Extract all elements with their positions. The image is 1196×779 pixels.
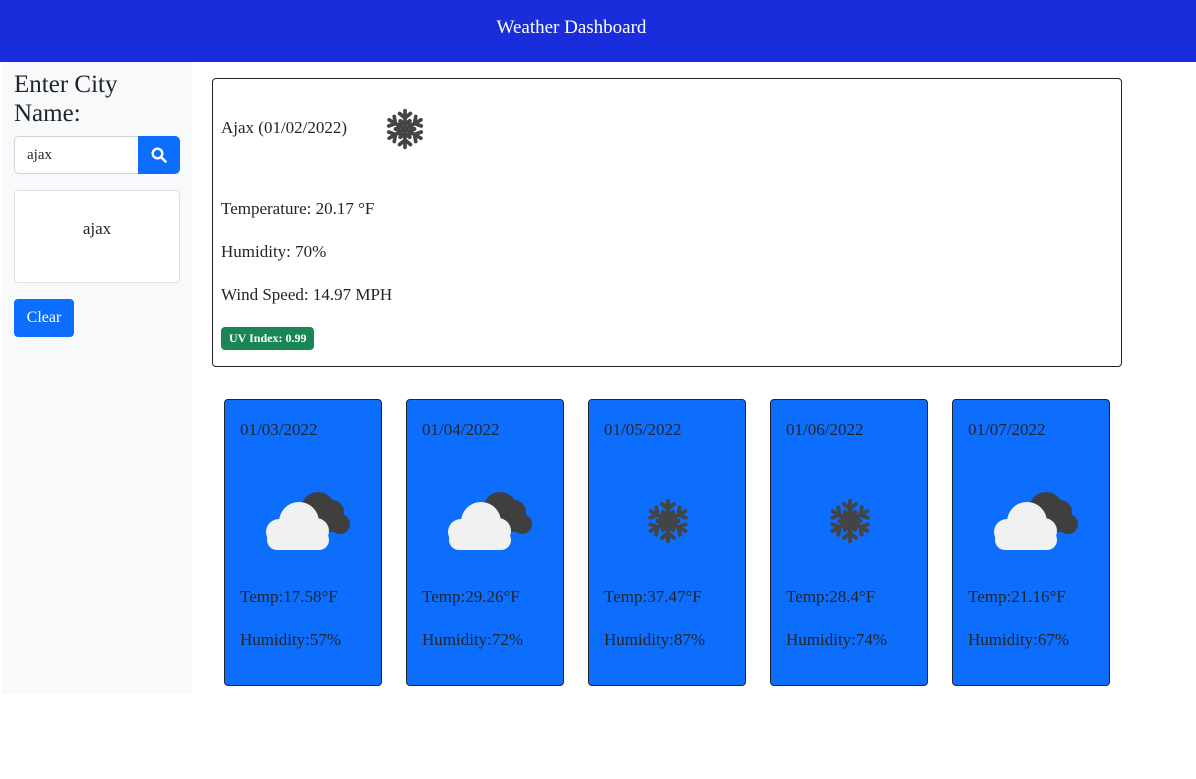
forecast-humidity: Humidity:74% bbox=[786, 630, 888, 649]
forecast-humidity: Humidity:72% bbox=[422, 630, 524, 649]
current-weather-card: Ajax (01/02/2022) Temperature: 20.17 °F … bbox=[212, 78, 1122, 367]
forecast-card: 01/06/2022 Temp:28.4°F Humidity:74% bbox=[770, 399, 928, 686]
navbar: Weather Dashboard bbox=[0, 0, 1196, 62]
history-item[interactable]: ajax bbox=[15, 219, 179, 239]
forecast-temp: Temp:28.4°F bbox=[786, 587, 876, 606]
forecast-card: 01/05/2022 Temp:37.47°F Humidity:87% bbox=[588, 399, 746, 686]
city-search-input[interactable] bbox=[14, 136, 140, 174]
forecast-humidity: Humidity:57% bbox=[240, 630, 342, 649]
forecast-temp: Temp:29.26°F bbox=[422, 587, 520, 606]
forecast-card: 01/04/2022 Temp:29.26°F Humidity:72% bbox=[406, 399, 564, 686]
current-humidity: Humidity: 70% bbox=[221, 242, 327, 261]
forecast-humidity: Humidity:87% bbox=[604, 630, 706, 649]
forecast-date: 01/07/2022 bbox=[968, 420, 1046, 439]
search-history: ajax bbox=[14, 190, 180, 283]
uv-index-badge: UV Index: 0.99 bbox=[221, 327, 315, 350]
forecast-date: 01/05/2022 bbox=[604, 420, 682, 439]
snowflake-icon bbox=[383, 107, 427, 151]
forecast-temp: Temp:17.58°F bbox=[240, 587, 338, 606]
snowflake-icon bbox=[618, 486, 718, 556]
snowflake-icon bbox=[800, 486, 900, 556]
city-input-label: Enter City Name: bbox=[14, 71, 118, 127]
current-temperature: Temperature: 20.17 °F bbox=[221, 199, 375, 218]
forecast-date: 01/03/2022 bbox=[240, 420, 318, 439]
search-icon bbox=[151, 147, 167, 163]
forecast-date: 01/04/2022 bbox=[422, 420, 500, 439]
cloud-icon bbox=[436, 486, 536, 556]
page-title: Weather Dashboard bbox=[496, 17, 647, 38]
forecast-card: 01/07/2022 Temp:21.16°F Humidity:67% bbox=[952, 399, 1110, 686]
forecast-humidity: Humidity:67% bbox=[968, 630, 1070, 649]
cloud-icon bbox=[982, 486, 1082, 556]
forecast-temp: Temp:21.16°F bbox=[968, 587, 1066, 606]
clear-button[interactable]: Clear bbox=[14, 299, 74, 337]
forecast-date: 01/06/2022 bbox=[786, 420, 864, 439]
current-wind-speed: Wind Speed: 14.97 MPH bbox=[221, 285, 393, 304]
current-city-date: Ajax (01/02/2022) bbox=[221, 118, 348, 137]
sidebar: Enter City Name: ajax Clear bbox=[2, 62, 192, 694]
search-button[interactable] bbox=[138, 136, 180, 174]
cloud-icon bbox=[254, 486, 354, 556]
forecast-temp: Temp:37.47°F bbox=[604, 587, 702, 606]
forecast-card: 01/03/2022 Temp:17.58°F Humidity:57% bbox=[224, 399, 382, 686]
